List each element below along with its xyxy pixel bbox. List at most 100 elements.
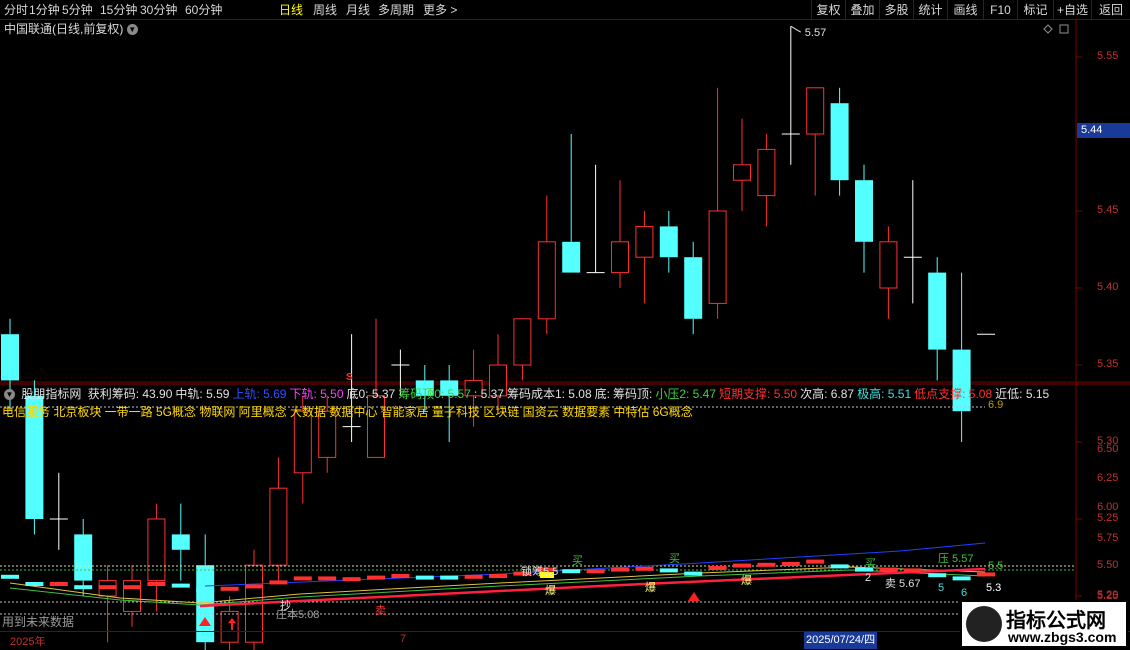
level-five-label: 5 (938, 582, 944, 594)
diamond-icon[interactable] (1043, 24, 1053, 34)
indicator-value-4: 底0: 5.37 (346, 387, 396, 401)
mini-candle (415, 575, 434, 580)
toolbar-button-0[interactable]: 复权 (811, 0, 845, 20)
mini-candle (391, 574, 410, 578)
mini-candle (269, 580, 288, 585)
period-tab-3[interactable]: 15分钟 (100, 2, 137, 18)
high-price-label: 5.57 (805, 27, 826, 39)
indicator-value-8: 底: (594, 387, 610, 401)
mini-candle (903, 568, 922, 573)
level-two-label: 2 (865, 572, 871, 584)
level-55-label: 5.5 (988, 560, 1003, 572)
candle-body (855, 180, 873, 242)
mini-candle (708, 566, 727, 570)
period-tab-2[interactable]: 5分钟 (62, 2, 93, 18)
candle (269, 457, 288, 581)
candle-body (757, 148, 776, 197)
candle-body (928, 272, 947, 350)
toolbar-button-1[interactable]: 叠加 (845, 0, 879, 20)
candle (171, 503, 190, 581)
period-tab-10[interactable]: 更多 > (423, 2, 457, 18)
candle-body (806, 87, 825, 135)
future-data-note: 用到未来数据 (2, 615, 75, 629)
candle-body (659, 226, 678, 258)
concept-tags: 电信服务 北京板块 一带一路 5G概念 物联网 阿里概念 大数据 数据中心 智能… (2, 405, 693, 419)
candle-body (684, 257, 703, 319)
candle (74, 519, 93, 596)
candle (123, 565, 141, 627)
indicator-header: ▼ 股朋指标网 获利筹码: 43.90 中轨: 5.59 上轨: 5.69 下轨: 5… (0, 386, 1076, 402)
toolbar-button-5[interactable]: F10 (983, 0, 1017, 20)
square-icon[interactable] (1059, 24, 1069, 34)
toolbar-button-3[interactable]: 统计 (913, 0, 947, 20)
candle (806, 87, 825, 196)
toolbar-button-6[interactable]: 标记 (1017, 0, 1053, 20)
mini-candle (25, 582, 44, 586)
candle-body (635, 225, 654, 258)
candle (708, 87, 727, 319)
toolbar-button-7[interactable]: +自选 (1053, 0, 1091, 20)
mini-candle (879, 567, 898, 572)
mini-candle (98, 585, 117, 590)
mini-candle (757, 562, 776, 567)
period-tab-9[interactable]: 多周期 (378, 2, 414, 18)
sell-price-label: 卖 5.67 (885, 577, 920, 590)
period-tab-1[interactable]: 1分钟 (29, 2, 60, 18)
burst-label-3: 爆 (741, 573, 752, 587)
mini-candle (293, 576, 312, 581)
candle (757, 134, 776, 227)
period-tab-0[interactable]: 分时 (4, 2, 28, 18)
indicator-value-0: 获利筹码: 43.90 (87, 387, 173, 401)
toolbar-button-4[interactable]: 画线 (947, 0, 983, 20)
toolbar-button-8[interactable]: 返回 (1091, 0, 1130, 20)
mini-candle (489, 574, 507, 578)
indicator-value-3: 下轨: 5.50 (289, 387, 344, 401)
period-toolbar: 分时 1分钟 5分钟 15分钟 30分钟 60分钟 日线 周线 月线 多周期 更多 > 复权 叠加 多股… (0, 0, 1130, 20)
candle (733, 118, 751, 211)
candle-body (708, 210, 727, 304)
mini-candle (635, 566, 654, 571)
level-six-label: 6 (961, 587, 967, 599)
mini-candle (928, 573, 947, 578)
period-tab-7[interactable]: 周线 (313, 2, 337, 18)
candle-body (147, 518, 166, 582)
mini-candle (367, 575, 385, 580)
price-tick-label: 5.40 (1097, 281, 1119, 293)
candle (586, 164, 605, 274)
toolbar-button-2[interactable]: 多股 (879, 0, 913, 20)
price-tick-label: 5.55 (1097, 50, 1119, 62)
candle-body (269, 487, 288, 566)
candle-body (293, 410, 312, 474)
indicator-value-1: 中轨: 5.59 (175, 387, 230, 401)
indicator-value-13: 极高: 5.51 (857, 387, 912, 401)
burst-label-2: 爆 (645, 580, 656, 594)
period-tab-4[interactable]: 30分钟 (140, 2, 177, 18)
mini-candle (977, 572, 995, 577)
mini-candle (49, 582, 68, 586)
sell-label: 卖 (375, 604, 386, 617)
candle (855, 164, 873, 273)
mini-candle (659, 568, 678, 573)
mini-candle (952, 576, 971, 581)
mini-candle (464, 574, 483, 579)
kline-chart[interactable]: 5.575.15S 锁筹5.5庄本5.08压 5.57买买买爆爆爆抄卖卖 5.6… (0, 20, 1130, 650)
date-year: 2025年 (10, 636, 46, 648)
mini-candle (586, 569, 605, 574)
period-tab-5[interactable]: 60分钟 (185, 2, 222, 18)
selected-date[interactable]: 2025/07/24/四 (804, 632, 878, 649)
indicator-value-5: 筹码顶0: 5.57 (398, 387, 471, 401)
indicator-tick-label: 5.50 (1097, 559, 1119, 571)
high-marker-line (790, 25, 802, 33)
mini-candle (171, 583, 190, 588)
indicator-tick-label: 5.75 (1097, 532, 1119, 544)
indicator-tick-label: 6.50 (1097, 443, 1119, 455)
price-tick-label: 5.45 (1097, 204, 1119, 216)
period-tab-8[interactable]: 月线 (346, 2, 370, 18)
buy-triangle-icon (688, 592, 700, 601)
candle (611, 180, 629, 288)
period-tab-6[interactable]: 日线 (279, 2, 303, 18)
indicator-name[interactable]: 股朋指标网 (21, 387, 81, 401)
mini-candle (74, 585, 93, 590)
current-price-value: 5.44 (1081, 124, 1103, 136)
chevron-down-icon[interactable]: ▼ (4, 389, 15, 401)
